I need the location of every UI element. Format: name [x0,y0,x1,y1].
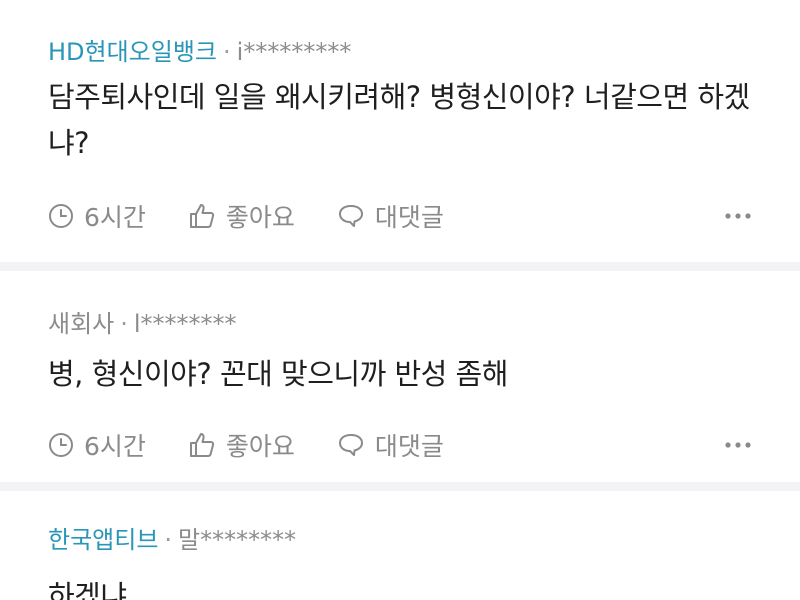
meta-separator: · [223,38,231,66]
comment-item: HD현대오일뱅크 · i********* 담주퇴사인데 일을 왜시키려해? 병형신… [0,0,800,262]
comment-actions: 6시간 좋아요 대댓글 [48,425,752,465]
meta-separator: · [164,526,173,554]
comment-actions: 6시간 좋아요 대댓글 [48,196,752,236]
time-info: 6시간 [48,198,146,234]
company-name[interactable]: HD현대오일뱅크 [48,38,217,66]
thumbs-up-icon [189,204,215,228]
reply-button[interactable]: 대댓글 [337,427,444,463]
speech-bubble-icon [338,434,363,456]
reply-button[interactable]: 대댓글 [337,198,444,234]
thumbs-up-icon [189,433,215,457]
username: i********* [236,38,352,66]
comment-text: 하겠냐 [48,579,127,600]
company-name[interactable]: 한국앱티브 [48,526,158,554]
speech-bubble-icon [338,205,363,227]
like-button[interactable]: 좋아요 [188,427,295,463]
comment-meta: 새회사 · l******** [48,309,237,339]
comment-text: 담주퇴사인데 일을 왜시키려해? 병형신이야? 너같으면 하겠냐? [48,80,750,160]
username: l******** [133,310,237,338]
more-options-button[interactable] [724,196,752,236]
more-dots-icon [725,442,751,448]
reply-label: 대댓글 [374,432,444,461]
clock-icon [49,204,73,228]
comment-item: 한국앱티브 · 말******** 하겠냐 [0,482,800,600]
like-label: 좋아요 [225,432,295,461]
more-dots-icon [725,213,751,219]
time-label: 6시간 [84,203,146,232]
time-label: 6시간 [84,432,146,461]
comment-item: 새회사 · l******** 병, 형신이야? 꼰대 맞으니까 반성 좀해 6시간… [0,262,800,482]
meta-separator: · [120,310,128,338]
like-label: 좋아요 [225,203,295,232]
more-options-button[interactable] [724,425,752,465]
time-info: 6시간 [48,427,146,463]
comment-meta: HD현대오일뱅크 · i********* [48,37,351,67]
username: 말******** [178,526,297,554]
clock-icon [49,433,73,457]
company-name[interactable]: 새회사 [48,310,114,338]
comment-text: 병, 형신이야? 꼰대 맞으니까 반성 좀해 [48,357,508,391]
comment-meta: 한국앱티브 · 말******** [48,525,296,555]
like-button[interactable]: 좋아요 [188,198,295,234]
reply-label: 대댓글 [374,203,444,232]
